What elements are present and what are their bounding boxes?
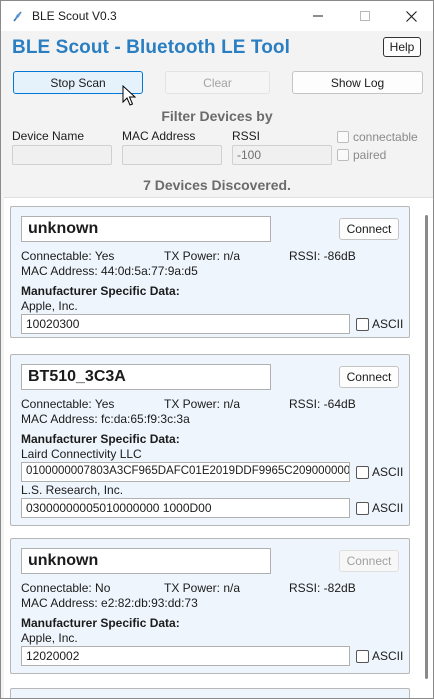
rssi-text: RSSI: -82dB xyxy=(289,581,356,595)
minimize-icon xyxy=(313,15,323,17)
rssi-text: RSSI: -64dB xyxy=(289,397,356,411)
connect-button[interactable]: Connect xyxy=(339,366,399,388)
app-window: BLE Scout V0.3 BLE Scout - Bluetooth LE … xyxy=(0,0,434,699)
rssi-input[interactable]: -100 xyxy=(232,145,332,165)
mac-address-text: MAC Address: e2:82:db:93:dd:73 xyxy=(21,596,198,610)
manufacturer-name: Apple, Inc. xyxy=(21,299,78,313)
msd-title: Manufacturer Specific Data: xyxy=(21,432,180,446)
device-card: unknown Connect Connectable: No TX Power… xyxy=(10,538,410,674)
device-card: unknown Connect Connectable: Yes TX Powe… xyxy=(10,206,410,338)
checkbox-box xyxy=(356,317,369,331)
mouse-cursor-icon xyxy=(122,85,136,106)
ascii-checkbox[interactable]: ASCII xyxy=(356,649,403,663)
minimize-button[interactable] xyxy=(295,1,341,31)
title-bar: BLE Scout V0.3 xyxy=(1,1,433,31)
help-button[interactable]: Help xyxy=(383,37,421,57)
connectable-text: Connectable: Yes xyxy=(21,249,115,263)
manufacturer-name: Laird Connectivity LLC xyxy=(21,447,142,461)
connect-button[interactable]: Connect xyxy=(339,550,399,572)
show-log-button[interactable]: Show Log xyxy=(292,71,423,94)
checkbox-box xyxy=(356,465,369,479)
app-title: BLE Scout - Bluetooth LE Tool xyxy=(12,37,291,58)
msd-title: Manufacturer Specific Data: xyxy=(21,284,180,298)
rssi-text: RSSI: -86dB xyxy=(289,249,356,263)
ascii-label: ASCII xyxy=(372,465,404,479)
manufacturer-data-field[interactable]: 03000000005010000000 1000D00 xyxy=(21,498,350,518)
device-name-label: Device Name xyxy=(12,129,85,143)
window-title: BLE Scout V0.3 xyxy=(32,9,117,23)
device-name-input[interactable] xyxy=(12,145,112,165)
clear-button[interactable]: Clear xyxy=(165,71,270,94)
list-scrollbar[interactable] xyxy=(425,215,428,679)
checkbox-box xyxy=(356,501,369,515)
device-name-field: unknown xyxy=(21,216,271,242)
connectable-checkbox[interactable]: connectable xyxy=(337,130,418,144)
ascii-checkbox[interactable]: ASCII xyxy=(356,317,403,331)
ascii-label: ASCII xyxy=(372,649,404,663)
connect-button[interactable]: Connect xyxy=(339,218,399,240)
tx-power-text: TX Power: n/a xyxy=(164,397,241,411)
manufacturer-data-field[interactable]: 12020002 xyxy=(21,646,350,666)
rssi-label: RSSI xyxy=(232,129,261,143)
manufacturer-name: L.S. Research, Inc. xyxy=(21,483,124,497)
connectable-text: Connectable: Yes xyxy=(21,397,115,411)
close-button[interactable] xyxy=(388,1,433,31)
filter-title: Filter Devices by xyxy=(161,108,273,124)
device-name-field: BT510_3C3A xyxy=(21,364,271,390)
connectable-text: Connectable: No xyxy=(21,581,111,595)
checkbox-box xyxy=(337,131,349,143)
tx-power-text: TX Power: n/a xyxy=(164,249,241,263)
mac-address-label: MAC Address xyxy=(122,129,196,143)
checkbox-box xyxy=(337,149,349,161)
tx-power-text: TX Power: n/a xyxy=(164,581,241,595)
checkbox-box xyxy=(356,649,369,663)
device-list[interactable]: unknown Connect Connectable: Yes TX Powe… xyxy=(4,197,433,698)
maximize-button[interactable] xyxy=(342,1,388,31)
maximize-icon xyxy=(360,11,370,21)
app-feather-icon xyxy=(11,10,24,23)
device-name-field: unknown xyxy=(21,548,271,574)
devices-discovered-text: 7 Devices Discovered. xyxy=(143,177,291,193)
ascii-checkbox[interactable]: ASCII xyxy=(356,501,403,515)
ascii-label: ASCII xyxy=(372,317,404,331)
paired-label: paired xyxy=(353,148,387,162)
device-card xyxy=(10,688,410,698)
ascii-label: ASCII xyxy=(372,501,404,515)
ascii-checkbox[interactable]: ASCII xyxy=(356,465,403,479)
manufacturer-data-field[interactable]: 0100000007803A3CF965DAFC01E2019DDF9965C2… xyxy=(21,462,350,482)
device-card: BT510_3C3A Connect Connectable: Yes TX P… xyxy=(10,354,410,526)
paired-checkbox[interactable]: paired xyxy=(337,148,386,162)
manufacturer-name: Apple, Inc. xyxy=(21,631,78,645)
mac-address-text: MAC Address: 44:0d:5a:77:9a:d5 xyxy=(21,264,198,278)
mac-address-text: MAC Address: fc:da:65:f9:3c:3a xyxy=(21,412,190,426)
mac-address-input[interactable] xyxy=(122,145,222,165)
connectable-label: connectable xyxy=(353,130,418,144)
manufacturer-data-field[interactable]: 10020300 xyxy=(21,314,350,334)
close-icon xyxy=(405,10,417,22)
msd-title: Manufacturer Specific Data: xyxy=(21,616,180,630)
